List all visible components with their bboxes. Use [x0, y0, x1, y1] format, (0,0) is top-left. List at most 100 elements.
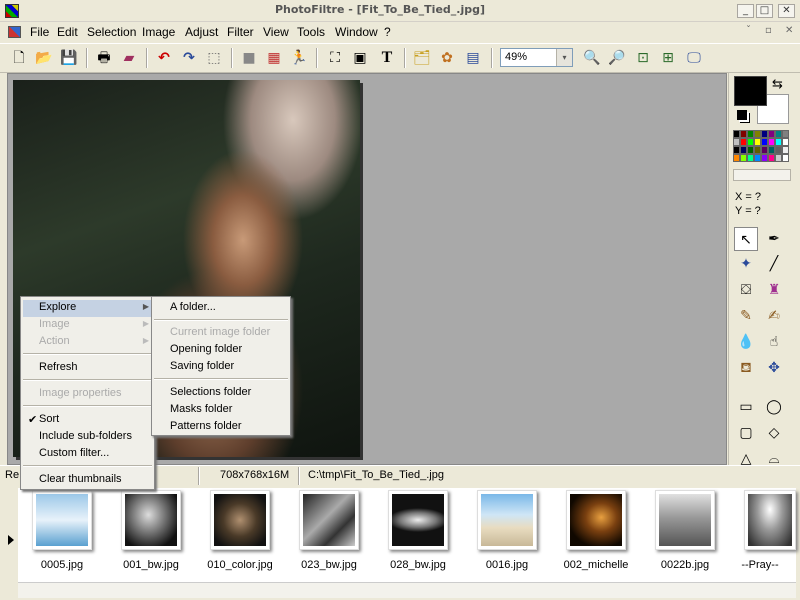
palette-swatch[interactable] — [768, 154, 775, 162]
palette-swatch[interactable] — [768, 138, 775, 146]
menu-item-clear-thumbnails[interactable]: Clear thumbnails — [39, 473, 122, 485]
thumbnail-0016[interactable] — [477, 490, 537, 550]
palette-swatch[interactable] — [733, 138, 740, 146]
thumbnail-pray[interactable] — [744, 490, 796, 550]
submenu-item-a-folder[interactable]: A folder... — [170, 301, 216, 313]
palette-swatch[interactable] — [761, 146, 768, 154]
palette-swatch[interactable] — [754, 146, 761, 154]
menu-item-refresh[interactable]: Refresh — [39, 361, 78, 373]
print-icon[interactable]: 🖶 — [93, 47, 115, 69]
eyedropper-tool-icon[interactable]: ✒ — [762, 227, 786, 251]
mdi-restore-button[interactable]: ▫ — [765, 25, 772, 36]
menu-item-custom-filter[interactable]: Custom filter... — [39, 447, 109, 459]
clone-stamp-tool-icon[interactable]: ⛾ — [734, 356, 758, 380]
swap-colors-icon[interactable]: ⇆ — [772, 77, 783, 92]
palette-swatch[interactable] — [740, 138, 747, 146]
menu-item-image[interactable]: Image — [39, 318, 70, 330]
image-size-icon[interactable]: ⛶ — [324, 47, 346, 69]
submenu-item-selections-folder[interactable]: Selections folder — [170, 386, 251, 398]
minimize-button[interactable]: _ — [737, 4, 754, 18]
menu-tools[interactable]: Tools — [297, 25, 325, 39]
actual-size-icon[interactable]: ⊡ — [632, 47, 654, 69]
selection-tool-icon[interactable]: ↖ — [734, 227, 758, 251]
palette-icon[interactable]: ▦ — [263, 47, 285, 69]
foreground-color-swatch[interactable] — [734, 76, 767, 106]
redo-icon[interactable]: ↷ — [178, 47, 200, 69]
palette-swatch[interactable] — [740, 130, 747, 138]
mdi-minimize-button[interactable]: ˇ — [746, 25, 751, 36]
menu-edit[interactable]: Edit — [57, 25, 78, 39]
menu-file[interactable]: File — [30, 25, 49, 39]
palette-swatch[interactable] — [761, 130, 768, 138]
menu-item-image-properties[interactable]: Image properties — [39, 387, 122, 399]
palette-swatch[interactable] — [733, 130, 740, 138]
submenu-item-patterns-folder[interactable]: Patterns folder — [170, 420, 242, 432]
menu-view[interactable]: View — [263, 25, 289, 39]
menu-selection[interactable]: Selection — [87, 25, 136, 39]
spray-tool-icon[interactable]: ♜ — [762, 278, 786, 302]
thumbnail-0005[interactable] — [32, 490, 92, 550]
window-mode-icon[interactable]: ▤ — [462, 47, 484, 69]
palette-swatch[interactable] — [754, 130, 761, 138]
advanced-brush-tool-icon[interactable]: ✍ — [762, 304, 786, 328]
fullscreen-icon[interactable]: 🖵 — [683, 47, 705, 69]
palette-swatch[interactable] — [775, 154, 782, 162]
palette-swatch[interactable] — [747, 154, 754, 162]
palette-swatch[interactable] — [754, 138, 761, 146]
thumbnail-0022b[interactable] — [655, 490, 715, 550]
palette-swatch[interactable] — [775, 146, 782, 154]
palette-swatch[interactable] — [768, 146, 775, 154]
zoom-in-icon[interactable]: 🔍 — [581, 47, 603, 69]
zoom-out-icon[interactable]: 🔎 — [606, 47, 628, 69]
palette-swatch[interactable] — [782, 146, 789, 154]
blur-tool-icon[interactable]: 💧 — [734, 330, 758, 354]
palette-swatch[interactable] — [740, 146, 747, 154]
menu-item-include-subfolders[interactable]: Include sub-folders — [39, 430, 132, 442]
menu-item-explore[interactable]: Explore — [39, 301, 76, 313]
palette-swatch[interactable] — [782, 138, 789, 146]
text-icon[interactable]: T — [376, 47, 398, 69]
magic-wand-tool-icon[interactable]: ✦ — [734, 252, 758, 276]
reset-colors-icon[interactable] — [737, 110, 747, 120]
expand-arrow-icon[interactable] — [8, 535, 14, 545]
grayscale-icon[interactable]: ■ — [238, 47, 260, 69]
palette-swatch[interactable] — [761, 138, 768, 146]
brush-tool-icon[interactable]: ✎ — [734, 304, 758, 328]
palette-swatch[interactable] — [775, 138, 782, 146]
move-tool-icon[interactable]: ✥ — [762, 356, 786, 380]
palette-swatch[interactable] — [782, 154, 789, 162]
plugins-icon[interactable]: ✿ — [436, 47, 458, 69]
palette-swatch[interactable] — [775, 130, 782, 138]
menu-item-action[interactable]: Action — [39, 335, 70, 347]
menu-item-sort[interactable]: Sort — [39, 413, 59, 425]
line-tool-icon[interactable]: ╱ — [762, 252, 786, 276]
submenu-item-current-image-folder[interactable]: Current image folder — [170, 326, 270, 338]
select-all-icon[interactable]: ⬚ — [203, 47, 225, 69]
palette-swatch[interactable] — [733, 154, 740, 162]
new-file-icon[interactable]: 🗋 — [8, 47, 30, 69]
thumbnail-002-michelle[interactable] — [566, 490, 626, 550]
palette-swatch[interactable] — [733, 146, 740, 154]
rounded-rectangle-shape-icon[interactable]: ▢ — [734, 421, 758, 445]
palette-swatch[interactable] — [747, 130, 754, 138]
palette-swatch[interactable] — [747, 138, 754, 146]
menu-filter[interactable]: Filter — [227, 25, 254, 39]
color-palette[interactable] — [733, 130, 791, 166]
diamond-shape-icon[interactable]: ◇ — [762, 421, 786, 445]
fit-window-icon[interactable]: ⊞ — [657, 47, 679, 69]
menu-help[interactable]: ? — [384, 25, 391, 39]
thumbnail-028-bw[interactable] — [388, 490, 448, 550]
canvas-size-icon[interactable]: ▣ — [349, 47, 371, 69]
horizontal-scrollbar[interactable] — [18, 582, 796, 598]
palette-swatch[interactable] — [782, 130, 789, 138]
palette-swatch[interactable] — [754, 154, 761, 162]
scanner-icon[interactable]: ▰ — [118, 47, 140, 69]
menu-image[interactable]: Image — [142, 25, 175, 39]
fill-tool-icon[interactable]: ⛋ — [734, 278, 758, 302]
menu-adjust[interactable]: Adjust — [185, 25, 218, 39]
chevron-down-icon[interactable]: ▾ — [556, 49, 572, 66]
close-button[interactable]: ✕ — [778, 4, 795, 18]
submenu-item-masks-folder[interactable]: Masks folder — [170, 403, 232, 415]
undo-icon[interactable]: ↶ — [153, 47, 175, 69]
smudge-tool-icon[interactable]: ☝ — [762, 330, 786, 354]
